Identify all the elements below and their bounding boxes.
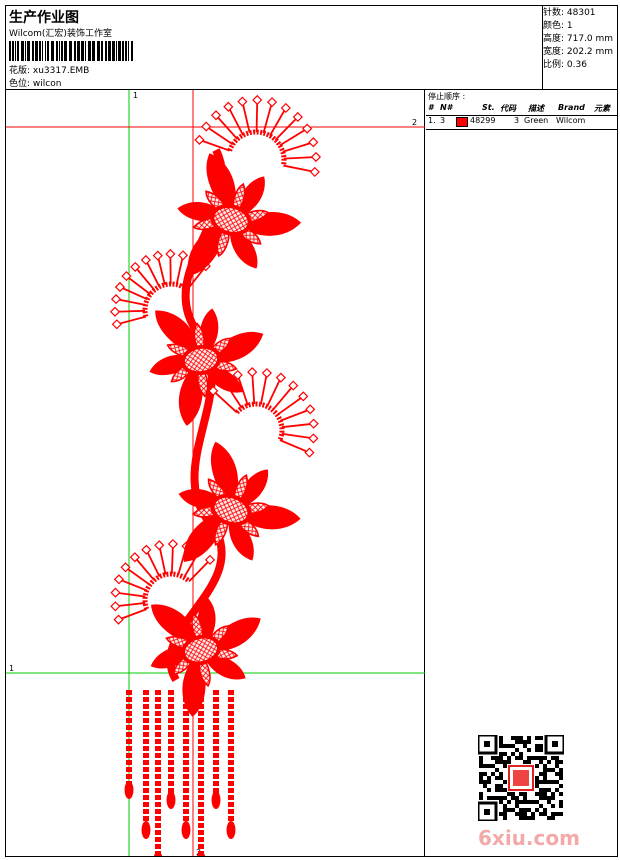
row-stitches: 48299 (470, 116, 496, 125)
color-swatch (456, 117, 468, 127)
lace-flower (177, 153, 302, 276)
row-description: Green (524, 116, 549, 125)
watermark-logo: 6xiu.com (478, 826, 580, 850)
guide-label-top-right: 2 (412, 118, 417, 127)
column-header: # (428, 103, 434, 112)
column-header: 描述 (528, 104, 544, 113)
stop-sequence-title: 停止顺序 : (428, 92, 466, 101)
row-index: 1. (428, 116, 436, 125)
stats-panel: 针数: 48301 颜色: 1 高度: 717.0 mm 宽度: 202.2 m… (543, 6, 617, 90)
stop-sequence-table: 停止顺序 : # N# St. 代码 描述 Brand 元素 1. 3 4829… (426, 90, 617, 130)
column-header: St. (482, 103, 495, 112)
design-file: 花版: xu3317.EMB (9, 66, 90, 76)
row-code: 3 (514, 116, 520, 125)
row-brand: Wilcom (556, 116, 586, 125)
table-header: # N# St. 代码 描述 Brand 元素 (426, 103, 617, 116)
design-scale: 比例: 0.36 (543, 60, 587, 70)
header-panel: 生产作业图 Wilcom(汇宏)装饰工作室 花版: xu3317.EMB 色位:… (6, 6, 543, 90)
tassel-fringe (124, 690, 236, 860)
lace-motif (109, 94, 322, 860)
embroidery-design: 1 2 1 2 (6, 90, 425, 860)
table-row: 1. 3 48299 3 Green Wilcom (426, 116, 617, 127)
production-worksheet: 生产作业图 Wilcom(汇宏)装饰工作室 花版: xu3317.EMB 色位:… (5, 5, 618, 860)
column-header: Brand (558, 103, 585, 112)
stitch-count: 针数: 48301 (543, 8, 596, 18)
guide-label-top-left: 1 (133, 91, 138, 100)
design-width: 宽度: 202.2 mm (543, 47, 614, 57)
column-header: 代码 (500, 104, 516, 113)
column-header: N# (440, 103, 453, 112)
page-title: 生产作业图 (9, 10, 79, 26)
qr-code (478, 735, 564, 821)
company-name: Wilcom(汇宏)装饰工作室 (9, 29, 112, 39)
barcode (9, 41, 133, 61)
design-area: 1 2 1 2 (6, 90, 425, 860)
design-height: 高度: 717.0 mm (543, 34, 614, 44)
row-needle: 3 (440, 116, 446, 125)
guide-label-bottom-left: 1 (9, 664, 14, 673)
lace-flower (178, 441, 301, 562)
color-count: 颜色: 1 (543, 21, 573, 31)
color-position: 色位: wilcon (9, 79, 62, 89)
column-header: 元素 (594, 104, 610, 113)
